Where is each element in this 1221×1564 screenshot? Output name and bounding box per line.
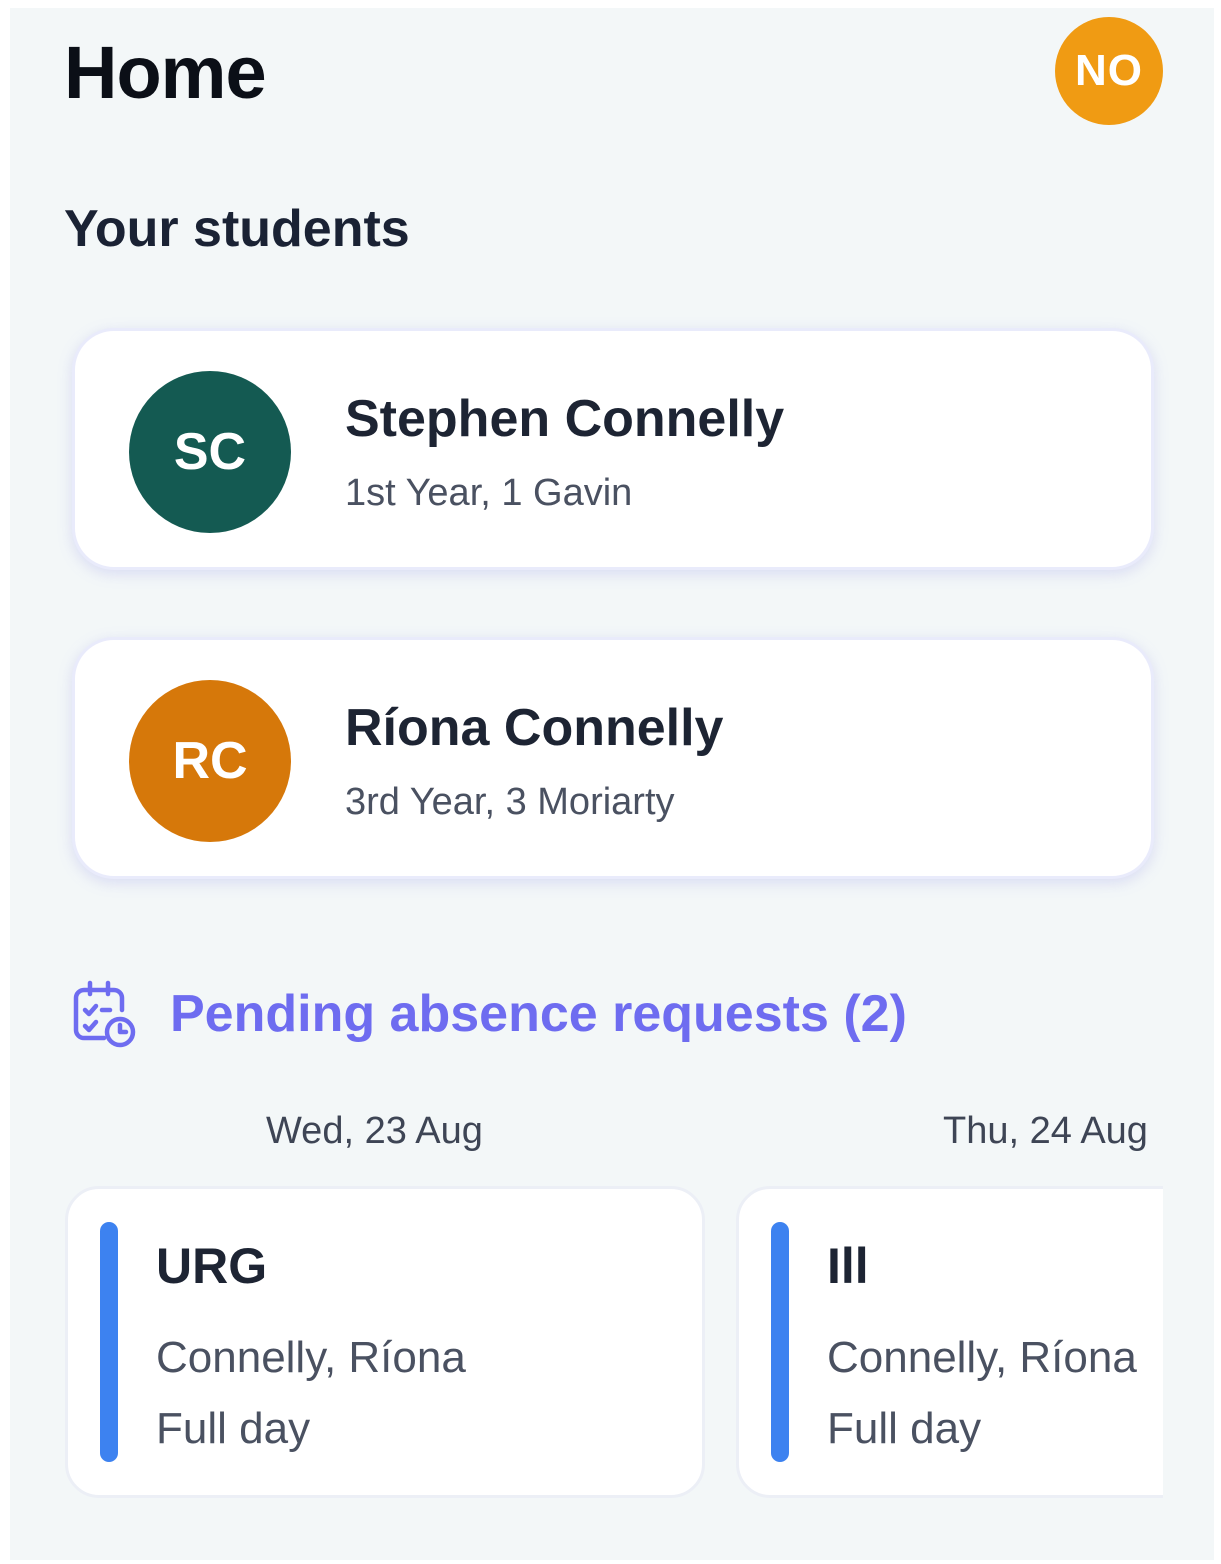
- student-class-info: 3rd Year, 3 Moriarty: [345, 781, 675, 823]
- your-students-heading: Your students: [64, 200, 410, 258]
- student-name: Stephen Connelly: [345, 390, 785, 448]
- absence-type: URG: [156, 1238, 268, 1294]
- pending-requests-title: Pending absence requests (2): [170, 985, 907, 1043]
- absence-requests-carousel[interactable]: Wed, 23 Aug Thu, 24 Aug URG Connelly, Rí…: [10, 1098, 1163, 1518]
- profile-avatar-button[interactable]: NO: [1055, 17, 1163, 125]
- student-avatar: RC: [129, 680, 291, 842]
- student-card-riona[interactable]: RC Ríona Connelly 3rd Year, 3 Moriarty: [72, 637, 1154, 879]
- absence-duration: Full day: [827, 1404, 982, 1453]
- request-date: Thu, 24 Aug: [943, 1110, 1148, 1152]
- status-bar: [771, 1222, 789, 1462]
- page-title: Home: [64, 31, 267, 114]
- request-date: Wed, 23 Aug: [266, 1110, 483, 1152]
- student-avatar: SC: [129, 371, 291, 533]
- absence-request-card[interactable]: Ill Connelly, Ríona Full day: [736, 1186, 1163, 1498]
- student-class-info: 1st Year, 1 Gavin: [345, 472, 633, 514]
- absence-student-name: Connelly, Ríona: [156, 1333, 466, 1382]
- student-name: Ríona Connelly: [345, 699, 724, 757]
- pending-absence-requests-link[interactable]: Pending absence requests (2): [68, 978, 907, 1050]
- home-screen: Home NO Your students SC Stephen Connell…: [10, 8, 1214, 1560]
- absence-request-card[interactable]: URG Connelly, Ríona Full day: [65, 1186, 705, 1498]
- student-card-stephen[interactable]: SC Stephen Connelly 1st Year, 1 Gavin: [72, 328, 1154, 570]
- status-bar: [100, 1222, 118, 1462]
- absence-duration: Full day: [156, 1404, 311, 1453]
- calendar-clock-icon: [73, 980, 136, 1048]
- absence-type: Ill: [827, 1238, 869, 1294]
- absence-student-name: Connelly, Ríona: [827, 1333, 1137, 1382]
